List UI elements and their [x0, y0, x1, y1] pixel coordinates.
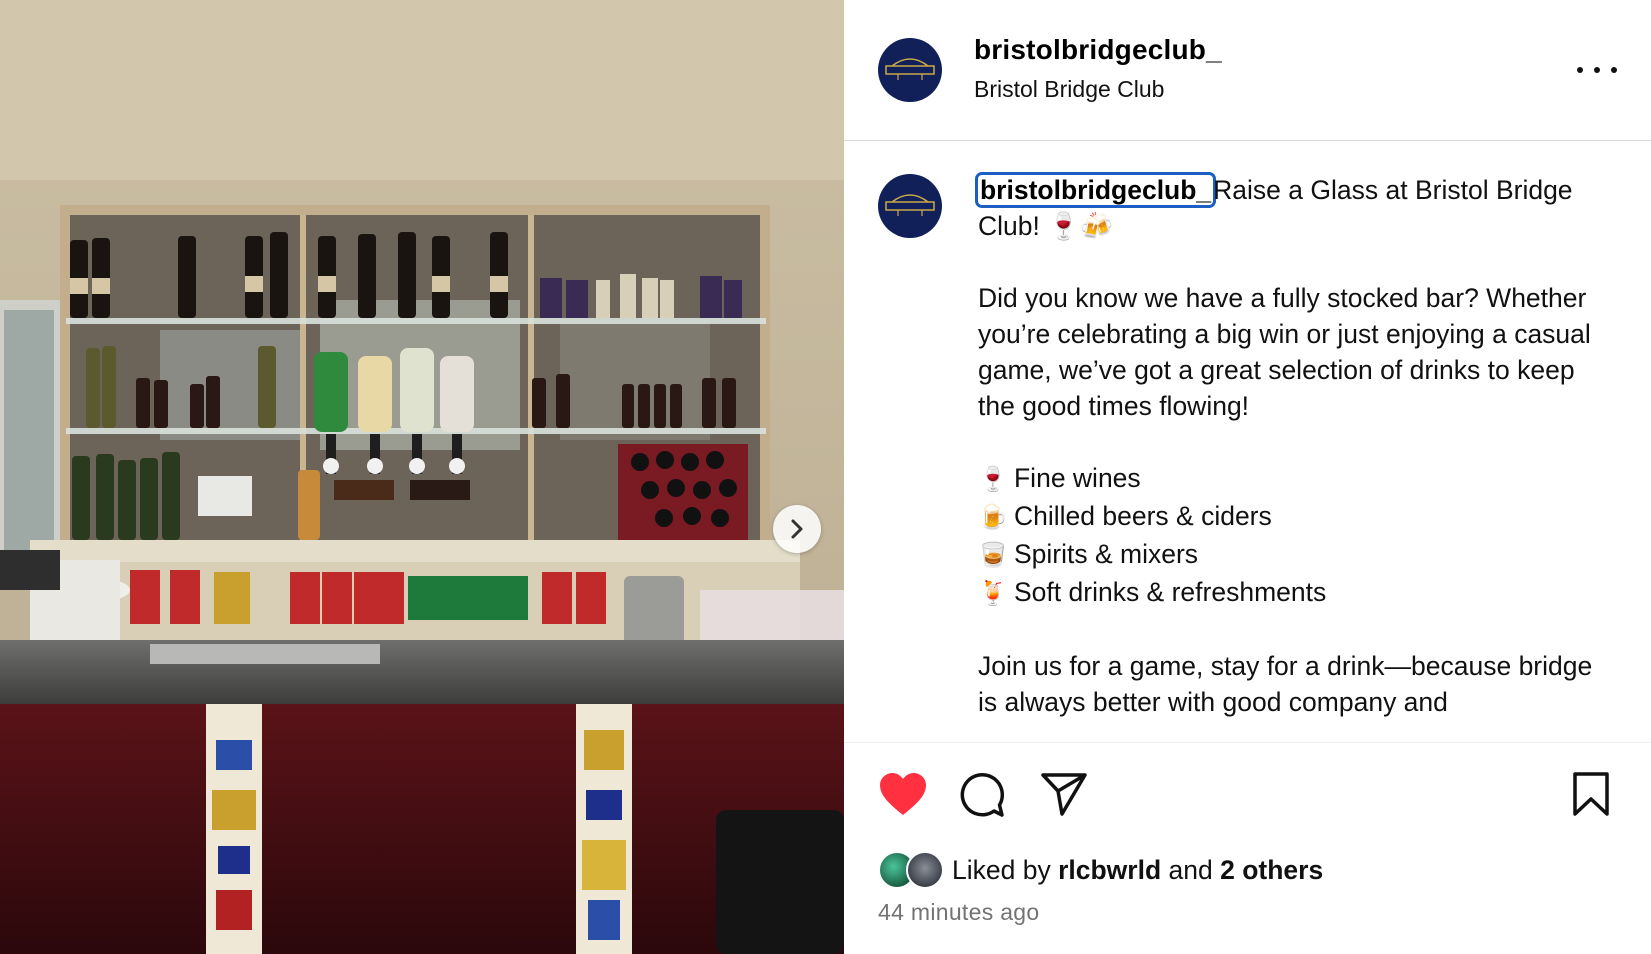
list-item: 🍹 Soft drinks & refreshments [978, 574, 1618, 612]
profile-avatar[interactable] [878, 38, 942, 102]
tropical-drink-icon: 🍹 [978, 580, 1008, 607]
header-full-name: Bristol Bridge Club [974, 76, 1165, 102]
bookmark-icon [1573, 772, 1609, 816]
list-item-text: Soft drinks & refreshments [1014, 577, 1327, 607]
caption-first-line: bristolbridgeclub_Raise a Glass at Brist… [974, 172, 1618, 244]
club-logo-icon [885, 58, 935, 80]
heart-filled-icon [880, 773, 926, 815]
list-item: 🍷 Fine wines [978, 460, 1618, 498]
caption-area[interactable]: bristolbridgeclub_Raise a Glass at Brist… [844, 142, 1651, 742]
caption-username-link[interactable]: bristolbridgeclub_ [974, 172, 1217, 208]
caption-text: bristolbridgeclub_Raise a Glass at Brist… [974, 172, 1618, 720]
liker-username[interactable]: rlcbwrld [1058, 855, 1161, 885]
caption-paragraph: Join us for a game, stay for a drink—bec… [978, 651, 1593, 717]
share-button[interactable] [1040, 771, 1088, 822]
likes-prefix: Liked by [952, 854, 1051, 885]
tumbler-glass-icon: 🥃 [978, 542, 1008, 569]
likes-others-link[interactable]: 2 others [1220, 855, 1323, 885]
list-item: 🍺 Chilled beers & ciders [978, 498, 1618, 536]
post-timestamp[interactable]: 44 minutes ago [878, 899, 1039, 926]
bar-photo-image [0, 0, 844, 954]
more-options-icon [1611, 67, 1617, 73]
comment-button[interactable] [958, 771, 1006, 824]
likes-conjunction: and [1168, 854, 1213, 885]
post-header: bristolbridgeclub_ Bristol Bridge Club [844, 0, 1651, 141]
list-item-text: Chilled beers & ciders [1014, 501, 1272, 531]
list-item-text: Fine wines [1014, 463, 1141, 493]
header-username[interactable]: bristolbridgeclub_ [974, 34, 1222, 66]
likes-text: Liked by rlcbwrld and 2 others [952, 855, 1323, 886]
more-options-icon [1594, 67, 1600, 73]
list-item-text: Spirits & mixers [1014, 539, 1199, 569]
like-button[interactable] [878, 771, 928, 822]
more-options-button[interactable] [1577, 60, 1617, 80]
more-options-icon [1577, 67, 1583, 73]
post-actions: Liked by rlcbwrld and 2 others 44 minute… [844, 742, 1651, 954]
caption-paragraph: Did you know we have a fully stocked bar… [978, 283, 1591, 421]
caption-list: 🍷 Fine wines 🍺 Chilled beers & ciders 🥃 Spi… [978, 460, 1618, 612]
liker-avatar[interactable] [906, 851, 944, 889]
post-details-panel: bristolbridgeclub_ Bristol Bridge Club b… [844, 0, 1651, 954]
club-logo-icon [885, 194, 935, 216]
beer-mug-icon: 🍺 [978, 504, 1008, 531]
save-button[interactable] [1571, 771, 1611, 822]
next-photo-button[interactable] [773, 505, 821, 553]
post-photo[interactable] [0, 0, 844, 954]
likes-summary[interactable]: Liked by rlcbwrld and 2 others [878, 849, 1323, 891]
wine-glass-icon: 🍷 [978, 466, 1008, 493]
send-icon [1041, 773, 1087, 816]
comment-icon [960, 773, 1005, 817]
list-item: 🥃 Spirits & mixers [978, 536, 1618, 574]
caption-avatar[interactable] [878, 174, 942, 238]
chevron-right-icon [791, 519, 803, 539]
